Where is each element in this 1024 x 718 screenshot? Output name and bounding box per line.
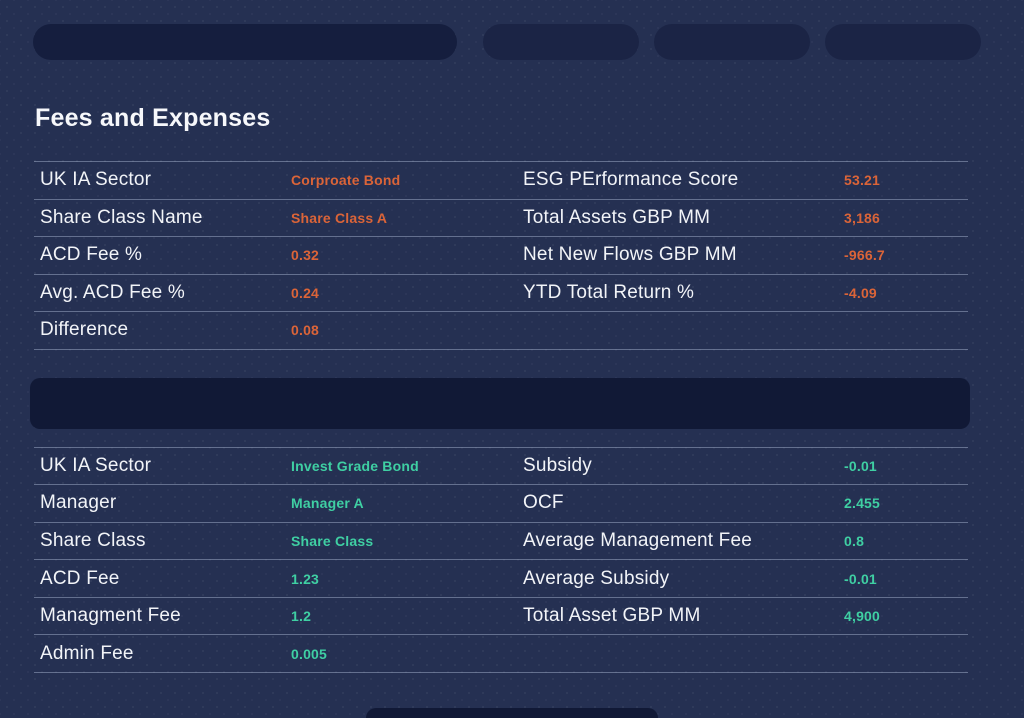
field-label: ACD Fee [34,568,291,590]
field-value: Share Class [291,533,517,549]
field-label: ACD Fee % [34,244,291,266]
field-label: ESG PErformance Score [517,169,844,191]
field-value: Manager A [291,495,517,511]
field-label: OCF [517,492,844,514]
field-value: -0.01 [844,458,968,474]
field-label: Share Class Name [34,207,291,229]
table-row: ACD Fee % 0.32 Net New Flows GBP MM -966… [34,237,968,275]
field-label: Avg. ACD Fee % [34,282,291,304]
field-value: 1.2 [291,608,517,624]
table-row: UK IA Sector Invest Grade Bond Subsidy -… [34,448,968,486]
bottom-bar [366,708,658,718]
table-row: Manager Manager A OCF 2.455 [34,485,968,523]
toolbar-pill-1[interactable] [483,24,639,60]
field-value: Invest Grade Bond [291,458,517,474]
field-value: 0.005 [291,646,517,662]
field-value: 0.08 [291,322,517,338]
table-row: Difference 0.08 [34,312,968,350]
fees-table: UK IA Sector Corproate Bond ESG PErforma… [34,161,968,350]
field-label: Total Asset GBP MM [517,605,844,627]
field-value: 0.32 [291,247,517,263]
details-table: UK IA Sector Invest Grade Bond Subsidy -… [34,447,968,674]
field-value: 4,900 [844,608,968,624]
field-label: Average Subsidy [517,568,844,590]
table-row: Managment Fee 1.2 Total Asset GBP MM 4,9… [34,598,968,636]
field-value: 1.23 [291,571,517,587]
field-label: Share Class [34,530,291,552]
page-title: Fees and Expenses [35,104,1024,133]
table-row: Share Class Share Class Average Manageme… [34,523,968,561]
field-value: Share Class A [291,210,517,226]
table-row: Avg. ACD Fee % 0.24 YTD Total Return % -… [34,275,968,313]
dashboard-page: Fees and Expenses UK IA Sector Corproate… [0,0,1024,718]
toolbar [0,0,1024,60]
field-value: -966.7 [844,247,968,263]
table-row: ACD Fee 1.23 Average Subsidy -0.01 [34,560,968,598]
field-value: Corproate Bond [291,172,517,188]
field-value: 3,186 [844,210,968,226]
table-row: Share Class Name Share Class A Total Ass… [34,200,968,238]
field-label: Subsidy [517,455,844,477]
field-label: UK IA Sector [34,169,291,191]
toolbar-pill-3[interactable] [825,24,981,60]
field-label: Average Management Fee [517,530,844,552]
field-label: Net New Flows GBP MM [517,244,844,266]
field-label: Total Assets GBP MM [517,207,844,229]
field-value: 0.8 [844,533,968,549]
section-header-bar [30,378,970,429]
field-value: 0.24 [291,285,517,301]
toolbar-pill-2[interactable] [654,24,810,60]
field-value: -0.01 [844,571,968,587]
field-label: Difference [34,319,291,341]
table-row: UK IA Sector Corproate Bond ESG PErforma… [34,162,968,200]
field-label: Managment Fee [34,605,291,627]
field-label: Admin Fee [34,643,291,665]
field-label: YTD Total Return % [517,282,844,304]
field-value: 53.21 [844,172,968,188]
field-label: UK IA Sector [34,455,291,477]
toolbar-pill-primary[interactable] [33,24,457,60]
table-row: Admin Fee 0.005 [34,635,968,673]
field-label: Manager [34,492,291,514]
field-value: -4.09 [844,285,968,301]
field-value: 2.455 [844,495,968,511]
